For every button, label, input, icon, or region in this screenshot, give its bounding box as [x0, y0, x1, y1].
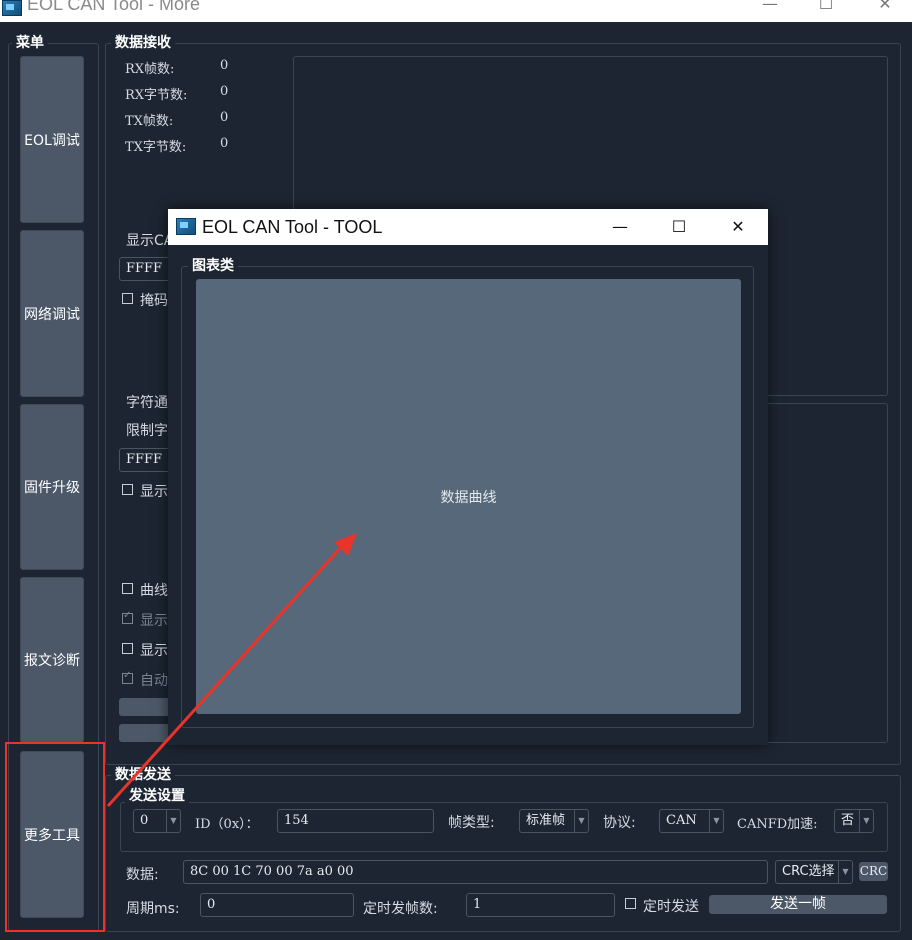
chevron-down-icon: ▼	[574, 810, 588, 832]
frame-type-select[interactable]: 标准帧 ▼	[519, 809, 589, 833]
app-icon	[2, 0, 22, 16]
tool-close-button[interactable]: ✕	[718, 214, 758, 240]
tx-frames-label: TX帧数:	[125, 114, 174, 129]
menu-item-network-debug[interactable]: 网络调试	[20, 230, 84, 397]
protocol-value: CAN	[666, 813, 697, 828]
show-checkbox-3[interactable]	[122, 643, 133, 654]
id-label: ID（0x）：	[195, 817, 259, 832]
maximize-button[interactable]: ☐	[811, 0, 841, 16]
mask-label: 掩码	[140, 293, 168, 309]
show-label-2: 显示	[140, 613, 168, 629]
chart-group-title: 图表类	[188, 258, 238, 274]
show-label-1: 显示	[140, 484, 168, 500]
app-icon	[176, 218, 196, 235]
close-button[interactable]: ✕	[870, 0, 900, 16]
highlight-box	[5, 742, 105, 932]
menu-item-firmware-upgrade[interactable]: 固件升级	[20, 404, 84, 570]
tx-bytes-label: TX字节数:	[125, 140, 187, 155]
show-can-label: 显示CA	[126, 233, 174, 249]
chevron-down-icon: ▼	[166, 810, 180, 832]
chevron-down-icon: ▼	[838, 861, 852, 883]
rx-frames-label: RX帧数:	[125, 62, 175, 77]
channel-select[interactable]: 0 ▼	[133, 809, 181, 833]
curve-label: 曲线	[140, 583, 168, 599]
timed-count-label: 定时发帧数:	[363, 901, 438, 917]
receive-title: 数据接收	[111, 35, 175, 51]
timed-send-checkbox[interactable]	[625, 898, 636, 909]
rx-bytes-label: RX字节数:	[125, 88, 188, 103]
timed-send-label: 定时发送	[643, 899, 699, 915]
curve-checkbox[interactable]	[122, 583, 133, 594]
data-curve-label: 数据曲线	[440, 489, 497, 506]
rx-frames-value: 0	[220, 58, 229, 73]
crc-button[interactable]: CRC	[859, 862, 888, 881]
window-title: EOL CAN Tool - More	[27, 0, 201, 14]
data-curve-button[interactable]: 数据曲线	[196, 279, 741, 714]
canfd-select[interactable]: 否 ▼	[834, 809, 874, 833]
tool-maximize-button[interactable]: ☐	[659, 214, 699, 240]
tool-window-title: EOL CAN Tool - TOOL	[202, 217, 383, 237]
menu-item-eol-debug[interactable]: EOL调试	[20, 56, 84, 223]
tx-bytes-value: 0	[220, 136, 229, 151]
menu-title: 菜单	[12, 35, 48, 51]
main-titlebar: EOL CAN Tool - More — ☐ ✕	[0, 0, 912, 22]
data-label: 数据:	[126, 867, 159, 883]
char-label: 字符通	[126, 395, 168, 411]
chevron-down-icon: ▼	[709, 810, 723, 832]
tx-frames-value: 0	[220, 110, 229, 125]
period-label: 周期ms:	[126, 901, 180, 917]
protocol-label: 协议:	[603, 815, 636, 831]
crc-select[interactable]: CRC选择 ▼	[775, 860, 853, 884]
channel-value: 0	[140, 813, 149, 828]
frame-type-label: 帧类型:	[448, 815, 495, 831]
mask-checkbox[interactable]	[122, 293, 133, 304]
send-once-button[interactable]: 发送一帧	[709, 895, 887, 914]
period-input[interactable]: 0	[200, 893, 354, 917]
tool-window: EOL CAN Tool - TOOL — ☐ ✕ 图表类 数据曲线	[168, 209, 768, 745]
minimize-button[interactable]: —	[755, 0, 785, 16]
chevron-down-icon: ▼	[859, 810, 873, 832]
data-input[interactable]: 8C 00 1C 70 00 7a a0 00	[183, 860, 768, 884]
show-checkbox-2[interactable]	[122, 610, 133, 624]
auto-checkbox[interactable]	[122, 670, 133, 684]
crc-select-value: CRC选择	[782, 864, 835, 879]
limit-label: 限制字	[126, 423, 168, 439]
send-settings-title: 发送设置	[125, 788, 189, 804]
canfd-label: CANFD加速:	[737, 817, 818, 832]
menu-item-diagnostics[interactable]: 报文诊断	[20, 577, 84, 743]
canfd-value: 否	[841, 813, 855, 828]
auto-label: 自动	[140, 673, 168, 689]
timed-count-input[interactable]: 1	[466, 893, 615, 917]
frame-type-value: 标准帧	[526, 813, 566, 828]
tool-window-titlebar: EOL CAN Tool - TOOL — ☐ ✕	[168, 209, 768, 245]
show-label-3: 显示	[140, 643, 168, 659]
rx-bytes-value: 0	[220, 84, 229, 99]
send-title: 数据发送	[111, 767, 175, 783]
protocol-select[interactable]: CAN ▼	[659, 809, 724, 833]
id-input[interactable]: 154	[277, 809, 434, 833]
tool-minimize-button[interactable]: —	[600, 214, 640, 240]
show-checkbox-1[interactable]	[122, 484, 133, 495]
